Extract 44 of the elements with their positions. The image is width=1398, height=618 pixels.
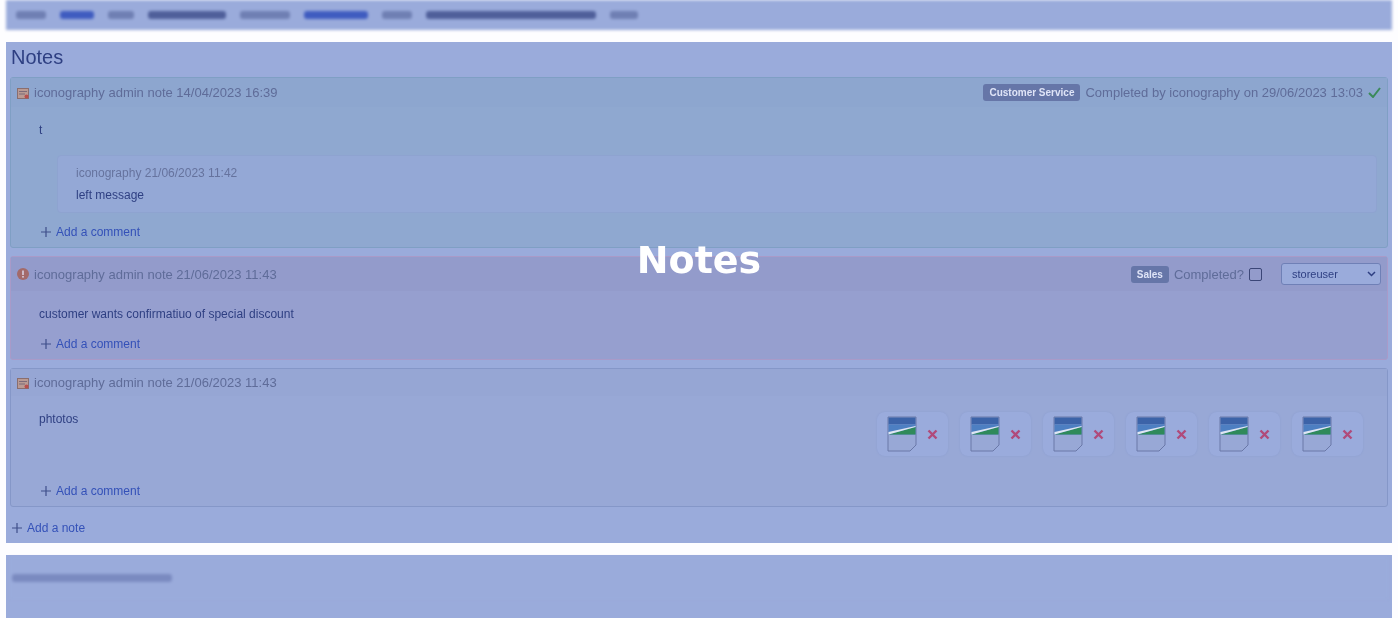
attachment-card[interactable] [1126, 412, 1197, 456]
add-comment-link[interactable]: Add a comment [11, 464, 141, 506]
note-body: phtotos [39, 412, 79, 426]
completed-text: Completed by iconography on 29/06/2023 13:03 [1085, 85, 1363, 100]
attachment-card[interactable] [1043, 412, 1114, 456]
note-header: iconography admin note 21/06/2023 11:43 [34, 375, 278, 390]
add-comment-link[interactable]: Add a comment [11, 325, 141, 359]
note-icon [17, 86, 29, 99]
alert-icon [17, 268, 29, 280]
note-icon [17, 376, 29, 389]
delete-icon[interactable] [1342, 428, 1353, 440]
delete-icon[interactable] [1093, 428, 1104, 440]
completed-checkbox[interactable] [1249, 267, 1262, 281]
comment-text: left message [76, 188, 146, 202]
image-file-icon [1219, 416, 1249, 452]
add-comment-link[interactable]: Add a comment [11, 213, 141, 247]
chevron-icon [1367, 271, 1376, 277]
plus-icon [41, 486, 51, 496]
assignee-select[interactable]: storeuser [1281, 263, 1381, 285]
attachment-card[interactable] [1209, 412, 1280, 456]
category-tag: Customer Service [983, 84, 1081, 101]
attachment-card[interactable] [877, 412, 948, 456]
plus-icon [41, 227, 51, 237]
attachment-card[interactable] [960, 412, 1031, 456]
plus-icon [41, 339, 51, 349]
image-file-icon [887, 416, 917, 452]
plus-icon [12, 523, 22, 533]
image-file-icon [1053, 416, 1083, 452]
category-tag: Sales [1130, 265, 1169, 283]
overlay-label: Notes [636, 238, 762, 282]
attachment-card[interactable] [1292, 412, 1363, 456]
comment-meta: iconography 21/06/2023 11:42 [76, 166, 239, 180]
delete-icon[interactable] [927, 428, 938, 440]
image-file-icon [1302, 416, 1332, 452]
panel-title: Notes [10, 45, 65, 69]
image-file-icon [1136, 416, 1166, 452]
delete-icon[interactable] [1176, 428, 1187, 440]
image-file-icon [970, 416, 1000, 452]
note-body: t [39, 123, 43, 137]
add-note-link[interactable]: Add a note [10, 515, 86, 535]
note-body: customer wants confirmatiuo of special discount [39, 307, 294, 321]
delete-icon[interactable] [1259, 428, 1270, 440]
note-header: iconography admin note 14/04/2023 16:39 [34, 85, 279, 100]
delete-icon[interactable] [1010, 428, 1021, 440]
